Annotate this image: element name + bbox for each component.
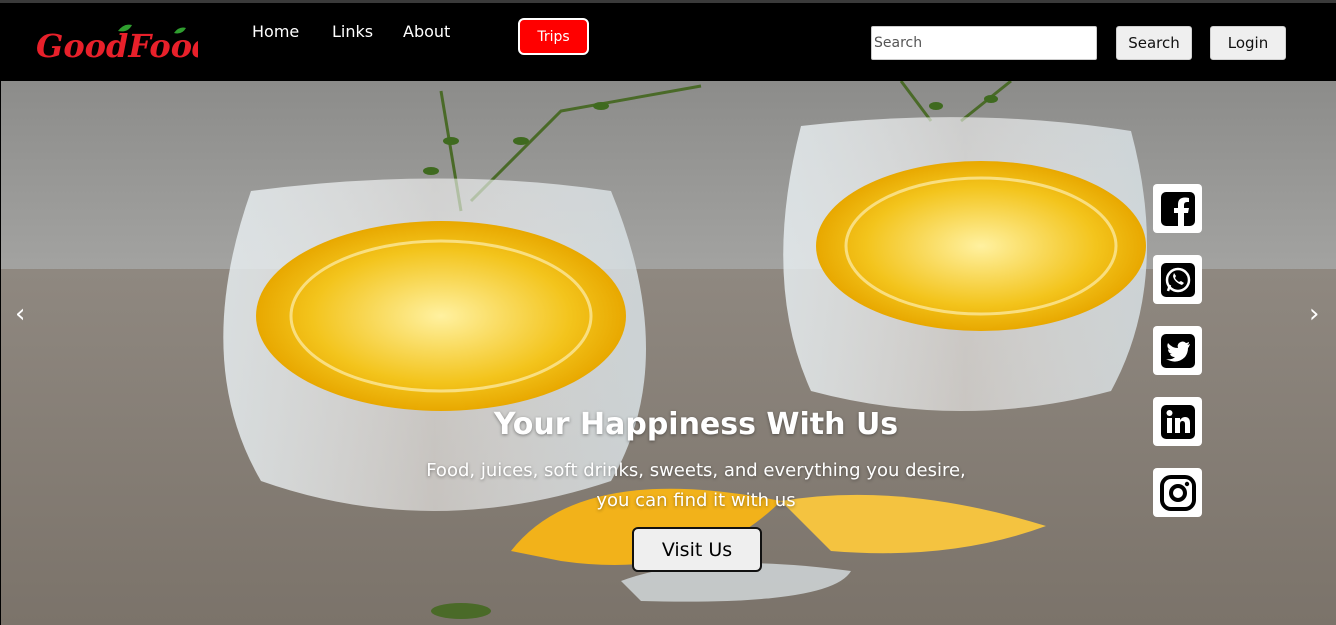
hero-carousel: ‹ › Your Happiness With Us Food, juices,… [1,81,1336,625]
carousel-prev-arrow[interactable]: ‹ [15,299,25,329]
twitter-icon[interactable] [1153,326,1202,375]
search-button[interactable]: Search [1116,26,1192,60]
nav-about-link[interactable]: About [403,22,450,41]
trips-button[interactable]: Trips [518,18,589,55]
nav-home-link[interactable]: Home [252,22,299,41]
hero-subtitle: Food, juices, soft drinks, sweets, and e… [1,456,1336,516]
facebook-icon[interactable] [1153,184,1202,233]
visit-us-button[interactable]: Visit Us [632,527,762,572]
goodfood-logo[interactable]: GoodFood [34,21,198,67]
svg-text:GoodFood: GoodFood [36,27,198,65]
hero-title: Your Happiness With Us [493,407,899,442]
linkedin-icon[interactable] [1153,397,1202,446]
carousel-next-arrow[interactable]: › [1309,299,1319,329]
hero-subtitle-line2: you can find it with us [596,490,796,511]
whatsapp-icon[interactable] [1153,255,1202,304]
navbar: GoodFood Home Links About Trips Search L… [0,0,1336,81]
login-button[interactable]: Login [1210,26,1286,60]
instagram-icon[interactable] [1153,468,1202,517]
nav-links-link[interactable]: Links [332,22,373,41]
search-input[interactable] [871,26,1097,60]
hero-subtitle-line1: Food, juices, soft drinks, sweets, and e… [426,460,966,481]
